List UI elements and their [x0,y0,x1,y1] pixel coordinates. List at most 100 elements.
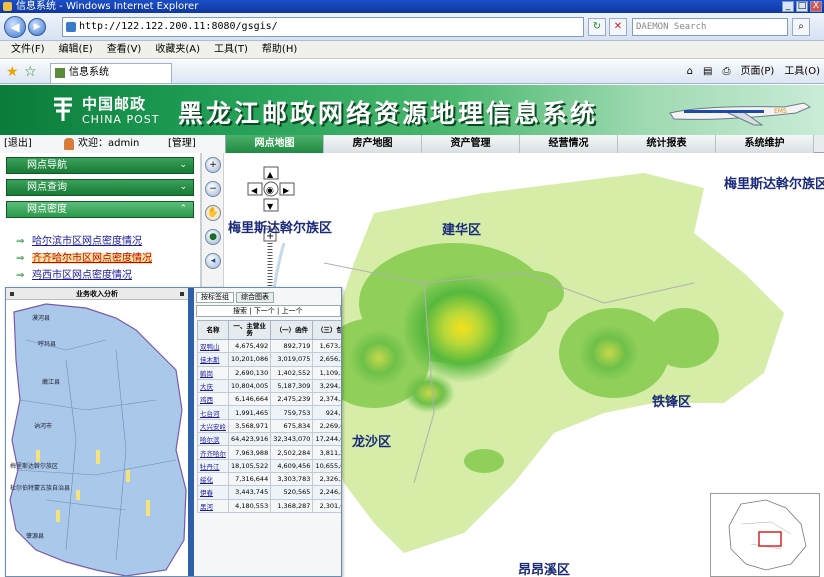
col-parcels[interactable]: （三）包 [312,320,341,340]
link-jixi-density[interactable]: ⇒ 鸡西市区网点密度情况 [14,267,200,284]
density-zone [649,308,719,368]
arrow-right-icon: ⇒ [16,270,25,281]
stop-icon: ✕ [613,21,623,32]
menu-view[interactable]: 查看(V) [100,41,149,58]
table-row[interactable]: 大兴安岭 3,568,971 675,834 2,269,6 [197,418,341,434]
zoom-in-icon[interactable]: + [205,157,221,173]
col-letters[interactable]: （一）函件 [270,320,314,340]
back-arrow-icon: ◀ [10,20,20,34]
tab-system-maintenance[interactable]: 系统维护 [716,135,814,153]
col-main-business[interactable]: 一、主营业务 [227,320,272,340]
forward-button[interactable]: ▶ [28,18,46,36]
menu-favorites[interactable]: 收藏夹(A) [148,41,207,58]
link-qiqihar-density[interactable]: ⇒ 齐齐哈尔市区网点密度情况 [14,250,200,267]
zoom-out-icon[interactable]: − [205,181,221,197]
page-menu[interactable]: 页面(P) [740,64,774,80]
section-outlet-density[interactable]: 网点密度 ⌃ [6,201,194,218]
tab-by-label[interactable]: 按标签组 [196,292,234,303]
tab-chart[interactable]: 综合图表 [236,292,274,303]
table-row[interactable]: 牡丹江 18,105,522 4,609,456 10,655,0 [197,458,341,473]
cell-name-link[interactable]: 七台河 [197,405,229,420]
menu-tools[interactable]: 工具(T) [207,41,255,58]
cell-name-link[interactable]: 大兴安岭 [197,418,229,434]
pan-hand-icon[interactable]: ✋ [205,205,221,221]
table-row[interactable]: 黑河 4,180,553 1,368,287 2,301,6 [197,498,341,513]
pan-right-icon[interactable]: ▶ [283,186,290,195]
tab-asset-management[interactable]: 资产管理 [422,135,520,153]
cell-name-link[interactable]: 绥化 [197,471,229,487]
cell-name-link[interactable]: 黑河 [197,498,229,513]
table-row[interactable]: 双鸭山 4,675,492 892,719 1,673,8 [197,338,341,354]
col-name[interactable]: 名称 [197,320,229,340]
cell-value: 1,991,465 [227,405,272,420]
section-label: 网点密度 [27,204,67,215]
tab-operations[interactable]: 经营情况 [520,135,618,153]
close-button[interactable]: X [810,1,822,12]
table-row[interactable]: 绥化 7,316,644 3,303,783 2,326,2 [197,471,341,487]
search-button[interactable]: ⌕ [792,18,810,36]
cell-name-link[interactable]: 齐齐哈尔 [197,445,229,460]
tab-property-map[interactable]: 房产地图 [324,135,422,153]
menu-file[interactable]: 文件(F) [4,41,52,58]
table-row[interactable]: 哈尔滨 64,423,916 32,343,070 17,244,6 [197,432,341,447]
cell-name-link[interactable]: 牡丹江 [197,458,229,473]
province-map[interactable]: 漠河县 呼玛县 嫩江县 讷河市 梅里斯达斡尔族区 杜尔伯特蒙古族自治县 肇源县 [6,300,188,577]
cell-name-link[interactable]: 鸡西 [197,392,229,407]
prev-link[interactable]: 上一个 [282,307,303,315]
back-button[interactable]: ◀ [4,16,26,38]
table-row[interactable]: 七台河1,991,465759,753924,1 [197,405,341,420]
address-bar[interactable]: http://122.122.200.11:8080/gsgis/ [62,17,584,37]
search-input[interactable]: DAEMON Search [632,18,788,36]
stop-button[interactable]: ✕ [609,18,627,36]
pan-down-icon[interactable]: ▼ [267,202,274,211]
table-row[interactable]: 鸡西 6,146,664 2,475,239 2,374,3 [197,392,341,407]
cell-value: 4,180,553 [227,498,272,513]
feed-icon[interactable]: ▤ [703,64,712,80]
next-link[interactable]: 下一个 [254,307,275,315]
cell-name-link[interactable]: 大庆 [197,378,229,394]
cell-value: 2,326,2 [312,471,341,487]
search-link[interactable]: 搜索 [233,307,247,315]
admin-link[interactable]: [管理] [168,135,196,153]
overview-map[interactable] [710,493,820,577]
link-harbin-density[interactable]: ⇒ 哈尔滨市区网点密度情况 [14,233,200,250]
table-row[interactable]: 大庆 10,804,005 5,187,309 3,294,5 [197,378,341,394]
print-icon[interactable]: ⎙ [722,64,730,80]
cell-name-link[interactable]: 双鸭山 [197,338,229,354]
pan-control[interactable]: ▲ ▼ ◀ ▶ ◉ [247,166,295,212]
table-row[interactable]: 伊春 3,443,745 520,565 2,246,4 [197,485,341,500]
browser-tab[interactable]: 信息系统 [50,63,172,83]
cell-value: 2,690,130 [227,365,272,380]
cell-name-link[interactable]: 哈尔滨 [197,432,229,447]
table-row[interactable]: 鹤岗 2,690,130 1,402,552 1,109,3 [197,365,341,380]
menu-edit[interactable]: 编辑(E) [52,41,100,58]
airplane-icon: EMS [669,102,812,126]
exit-link[interactable]: [退出] [4,135,32,153]
section-outlet-search[interactable]: 网点查询 ⌄ [6,179,194,196]
forward-arrow-icon: ▶ [33,22,41,32]
main-nav: [退出] 欢迎：admin [管理] 网点地图 房产地图 资产管理 经营情况 统… [0,135,824,153]
tab-outlet-map[interactable]: 网点地图 [226,135,324,153]
cell-name-link[interactable]: 鹤岗 [197,365,229,380]
cell-name-link[interactable]: 佳木斯 [197,352,229,367]
globe-icon[interactable]: ● [205,229,221,245]
maximize-button[interactable]: □ [796,1,808,12]
add-favorite-icon[interactable]: ☆ [24,64,37,80]
pan-center-icon[interactable]: ◉ [266,186,274,196]
back-extent-icon[interactable]: ◂ [205,253,221,269]
cell-name-link[interactable]: 伊春 [197,485,229,500]
section-outlet-nav[interactable]: 网点导航 ⌄ [6,157,194,174]
refresh-button[interactable]: ↻ [588,18,606,36]
tab-reports[interactable]: 统计报表 [618,135,716,153]
table-row[interactable]: 佳木斯 10,201,086 3,019,075 2,656,2 [197,352,341,367]
menu-help[interactable]: 帮助(H) [255,41,304,58]
cell-value: 1,368,287 [270,498,314,513]
pan-up-icon[interactable]: ▲ [267,170,274,179]
minimize-button[interactable]: _ [782,1,794,12]
home-icon[interactable]: ⌂ [687,64,693,80]
pan-left-icon[interactable]: ◀ [251,186,258,195]
favorites-star-icon[interactable]: ★ [6,64,19,80]
tools-menu[interactable]: 工具(O) [784,64,820,80]
popup-header: 业务收入分析 [6,288,188,300]
table-row[interactable]: 齐齐哈尔 7,963,988 2,502,284 3,811,2 [197,445,341,460]
